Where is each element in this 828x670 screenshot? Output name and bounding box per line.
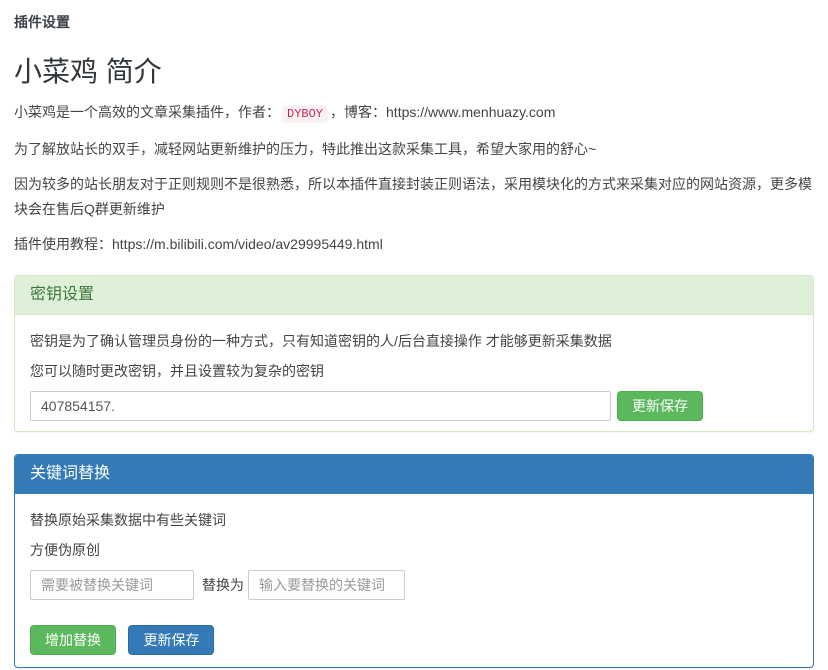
intro-author-before: 小菜鸡是一个高效的文章采集插件，作者： bbox=[14, 104, 280, 120]
replace-with-label: 替换为 bbox=[202, 575, 244, 595]
keyword-description-line2: 方便伪原创 bbox=[30, 540, 798, 560]
key-description-line2: 您可以随时更改密钥，并且设置较为复杂的密钥 bbox=[30, 361, 798, 381]
key-settings-panel: 密钥设置 密钥是为了确认管理员身份的一种方式，只有知道密钥的人/后台直接操作 才… bbox=[14, 275, 814, 432]
keyword-replace-panel: 关键词替换 替换原始采集数据中有些关键词 方便伪原创 替换为 增加替换 更新保存 bbox=[14, 454, 814, 668]
page-wrap: 插件设置 小菜鸡 简介 小菜鸡是一个高效的文章采集插件，作者：DYBOY，博客：… bbox=[0, 0, 828, 670]
key-input[interactable] bbox=[30, 391, 611, 421]
key-description-line1: 密钥是为了确认管理员身份的一种方式，只有知道密钥的人/后台直接操作 才能够更新采… bbox=[30, 331, 798, 351]
author-code-badge: DYBOY bbox=[282, 105, 328, 123]
keyword-buttons-row: 增加替换 更新保存 bbox=[30, 625, 798, 655]
breadcrumb: 插件设置 bbox=[14, 10, 818, 32]
keyword-save-button[interactable]: 更新保存 bbox=[128, 625, 214, 655]
keyword-replace-panel-title: 关键词替换 bbox=[15, 455, 813, 494]
intro-paragraph-author: 小菜鸡是一个高效的文章采集插件，作者：DYBOY，博客：https://www.… bbox=[14, 100, 818, 127]
keyword-from-input[interactable] bbox=[30, 570, 194, 600]
intro-paragraph-tutorial: 插件使用教程：https://m.bilibili.com/video/av29… bbox=[14, 232, 818, 257]
intro-author-after: ，博客：https://www.menhuazy.com bbox=[330, 104, 555, 120]
key-save-button[interactable]: 更新保存 bbox=[617, 391, 703, 421]
key-settings-panel-body: 密钥是为了确认管理员身份的一种方式，只有知道密钥的人/后台直接操作 才能够更新采… bbox=[15, 315, 813, 431]
key-settings-panel-title: 密钥设置 bbox=[15, 276, 813, 315]
add-replacement-button[interactable]: 增加替换 bbox=[30, 625, 116, 655]
keyword-to-input[interactable] bbox=[248, 570, 405, 600]
intro-paragraph-purpose: 为了解放站长的双手，减轻网站更新维护的压力，特此推出这款采集工具，希望大家用的舒… bbox=[14, 137, 818, 162]
key-input-row: 更新保存 bbox=[30, 391, 798, 421]
keyword-replace-panel-body: 替换原始采集数据中有些关键词 方便伪原创 替换为 增加替换 更新保存 bbox=[15, 494, 813, 667]
keyword-description-line1: 替换原始采集数据中有些关键词 bbox=[30, 510, 798, 530]
intro-paragraph-modules: 因为较多的站长朋友对于正则规则不是很熟悉，所以本插件直接封装正则语法，采用模块化… bbox=[14, 172, 818, 222]
page-title: 小菜鸡 简介 bbox=[14, 57, 818, 88]
keyword-input-row: 替换为 bbox=[30, 570, 798, 600]
